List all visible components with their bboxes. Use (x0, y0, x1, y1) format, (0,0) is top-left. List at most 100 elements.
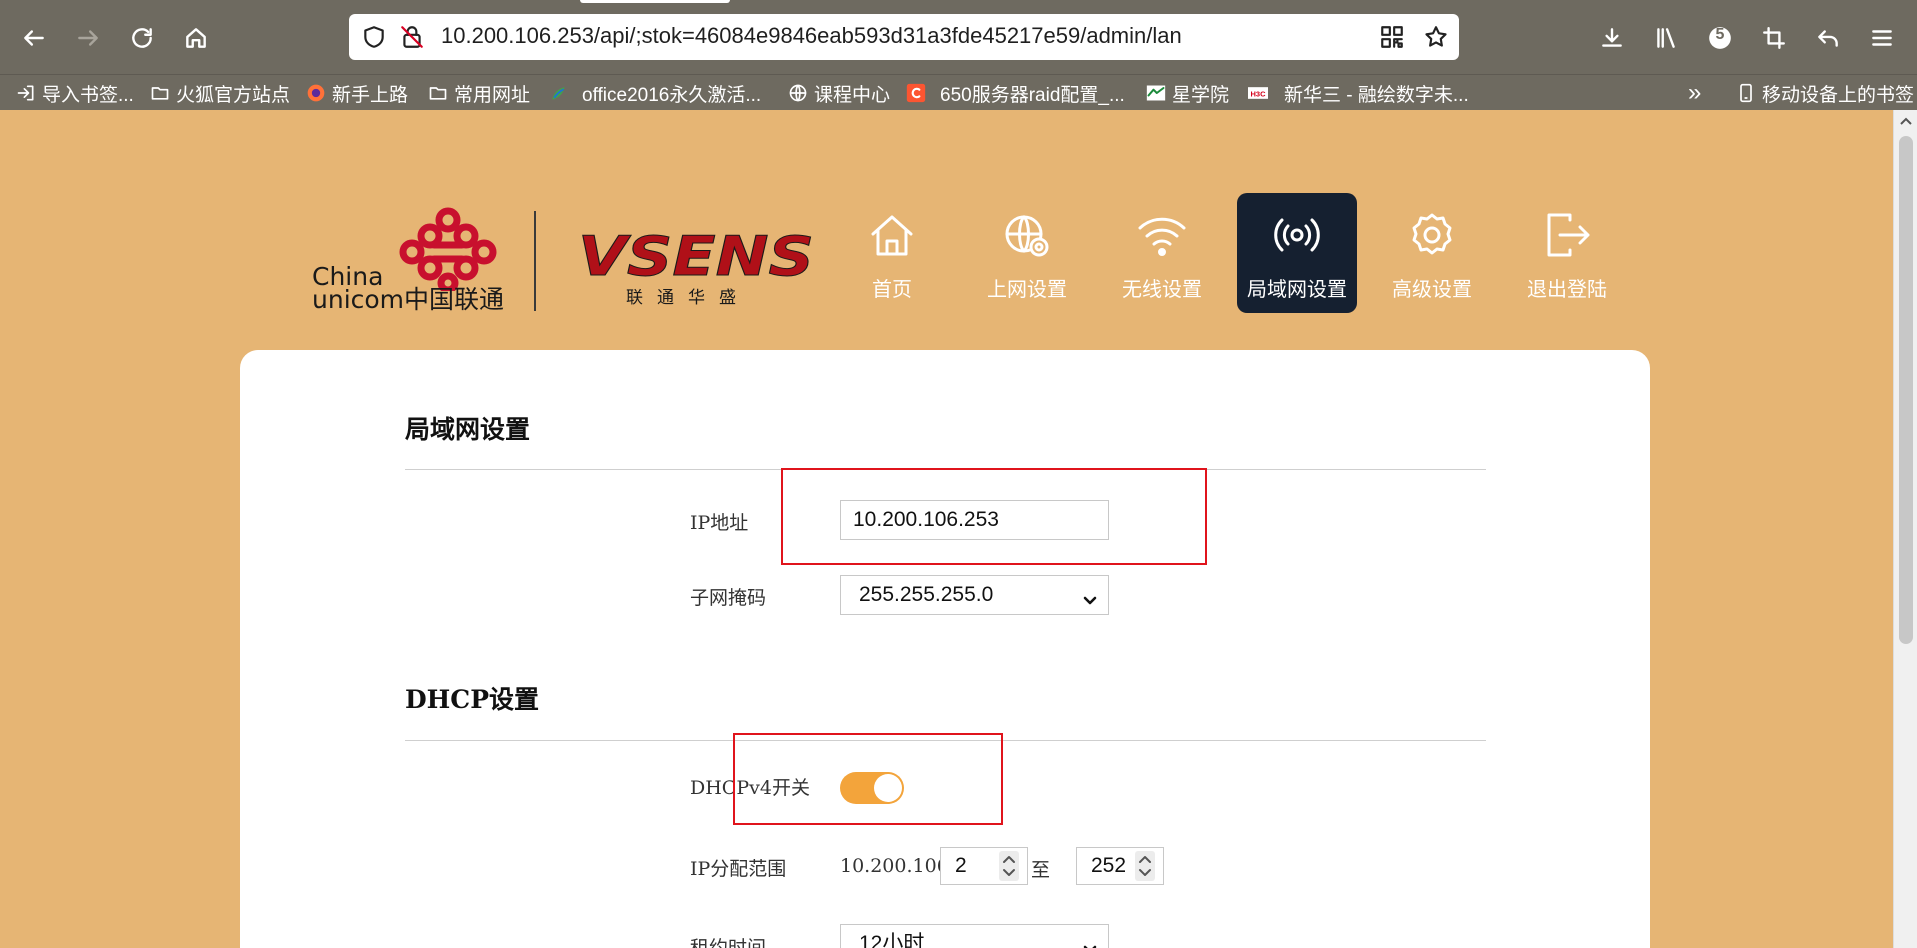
nav-label: 高级设置 (1392, 277, 1472, 301)
folder-icon (428, 83, 448, 103)
c-logo-icon (906, 83, 926, 103)
shield-icon[interactable] (361, 24, 387, 50)
bookmark-star-academy[interactable]: 星学院 (1146, 79, 1229, 107)
bookmark-label: 课程中心 (814, 84, 891, 106)
ip-address-label: IP地址 (690, 512, 749, 534)
nav-label: 局域网设置 (1247, 277, 1347, 301)
nav-label: 上网设置 (987, 277, 1067, 301)
spinner-arrows-icon[interactable] (1135, 851, 1155, 881)
ip-highlight-box (781, 468, 1207, 565)
bookmarks-overflow-button[interactable]: » (1688, 79, 1701, 107)
bookmark-label: 650服务器raid配置_... (940, 84, 1125, 106)
bookmark-label: 星学院 (1172, 84, 1230, 106)
url-text[interactable]: 10.200.106.253/api/;stok=46084e9846eab59… (441, 23, 1182, 49)
bookmark-raid[interactable]: 650服务器raid配置_... (906, 79, 1125, 107)
nav-home[interactable]: 首页 (832, 193, 952, 313)
import-icon (16, 83, 36, 103)
svg-text:VSENS: VSENS (578, 231, 814, 288)
bookmark-label: 常用网址 (454, 84, 531, 106)
address-bar[interactable]: 10.200.106.253/api/;stok=46084e9846eab59… (349, 14, 1459, 60)
bookmark-label: 新华三 - 融绘数字未... (1284, 84, 1469, 106)
settings-card: 局域网设置 IP地址 10.200.106.253 子网掩码 255.255.2… (240, 350, 1650, 948)
browser-toolbar: 10.200.106.253/api/;stok=46084e9846eab59… (0, 0, 1917, 74)
nav-logout[interactable]: 退出登陆 (1507, 193, 1627, 313)
chevron-double-right-icon: » (1688, 79, 1702, 106)
logout-icon (1539, 207, 1595, 263)
range-to-text: 至 (1031, 859, 1051, 881)
chevron-down-icon (1080, 585, 1100, 605)
bookmark-import[interactable]: 导入书签... (16, 79, 134, 107)
broadcast-icon (1269, 207, 1325, 263)
bookmark-course-center[interactable]: 课程中心 (788, 79, 890, 107)
lease-time-label: 租约时间 (690, 937, 767, 948)
logo-divider (534, 211, 536, 311)
globe-icon (788, 83, 808, 103)
star-icon[interactable] (1423, 24, 1449, 50)
firefox-icon (306, 83, 326, 103)
bookmark-label: office2016永久激活... (582, 84, 762, 106)
menu-icon[interactable] (1864, 20, 1900, 56)
mobile-bookmarks[interactable]: 移动设备上的书签 (1736, 79, 1914, 107)
ip-range-end-value: 252 (1091, 854, 1127, 877)
back-icon[interactable] (16, 20, 52, 56)
nav-advanced-settings[interactable]: 高级设置 (1372, 193, 1492, 313)
spinner-arrows-icon[interactable] (999, 851, 1019, 881)
nav-label: 首页 (872, 277, 912, 301)
nav-label: 退出登陆 (1527, 277, 1607, 301)
brand-logo: China unicom中国联通 VSENS 联通华盛 (312, 205, 815, 315)
nav-wireless-settings[interactable]: 无线设置 (1102, 193, 1222, 313)
scroll-up-icon[interactable] (1898, 114, 1914, 128)
bookmark-label: 火狐官方站点 (176, 84, 291, 106)
chevron-down-icon (1080, 934, 1100, 948)
subnet-mask-label: 子网掩码 (690, 587, 767, 609)
home-icon (864, 207, 920, 263)
qr-code-icon[interactable] (1379, 24, 1405, 50)
page-scrollbar[interactable] (1893, 110, 1917, 948)
star-academy-icon (1146, 83, 1166, 103)
download-icon[interactable] (1594, 20, 1630, 56)
lease-time-value: 12小时 (859, 932, 925, 948)
dhcp-section-title: DHCP设置 (405, 685, 539, 714)
browser-chrome: 10.200.106.253/api/;stok=46084e9846eab59… (0, 0, 1917, 110)
logo-brand-subtitle: 联通华盛 (626, 288, 750, 308)
nav-lan-settings[interactable]: 局域网设置 (1237, 193, 1357, 313)
library-icon[interactable] (1648, 20, 1684, 56)
scrollbar-thumb[interactable] (1899, 136, 1913, 644)
active-tab-indicator (580, 0, 730, 3)
subnet-mask-select[interactable]: 255.255.255.0 (840, 575, 1109, 615)
mobile-icon (1736, 83, 1756, 103)
forward-icon[interactable] (70, 20, 106, 56)
leaf-icon (548, 83, 568, 103)
reload-icon[interactable] (124, 20, 160, 56)
ip-range-end-input[interactable]: 252 (1076, 847, 1164, 885)
folder-icon (150, 83, 170, 103)
bookmark-label: 新手上路 (332, 84, 409, 106)
h3c-icon: H3C (1248, 83, 1268, 103)
unicom-knot-logo (399, 207, 497, 291)
bookmark-h3c[interactable]: H3C 新华三 - 融绘数字未... (1248, 79, 1469, 107)
bookmark-getting-started[interactable]: 新手上路 (306, 79, 408, 107)
lock-warning-icon[interactable] (399, 24, 425, 50)
bookmark-folder-firefox[interactable]: 火狐官方站点 (150, 79, 290, 107)
badge-count: 5 (1715, 26, 1725, 43)
subnet-mask-value: 255.255.255.0 (859, 583, 994, 606)
bookmark-label: 移动设备上的书签 (1762, 84, 1915, 106)
bookmark-office[interactable]: office2016永久激活... (548, 79, 761, 107)
ip-range-start-input[interactable]: 2 (940, 847, 1028, 885)
svg-text:H3C: H3C (1250, 89, 1266, 98)
settings-gear-icon (1404, 207, 1460, 263)
lease-time-select[interactable]: 12小时 (840, 924, 1109, 948)
nav-internet-settings[interactable]: 上网设置 (967, 193, 1087, 313)
nav-label: 无线设置 (1122, 277, 1202, 301)
crop-icon[interactable] (1756, 20, 1792, 56)
ip-range-start-value: 2 (955, 854, 967, 877)
home-icon[interactable] (178, 20, 214, 56)
logo-unicom-text: unicom中国联通 (312, 285, 505, 314)
ip-range-prefix: 10.200.106. (840, 855, 955, 877)
extensions-badge-icon[interactable]: 5 (1702, 20, 1738, 56)
undo-icon[interactable] (1810, 20, 1846, 56)
ip-range-label: IP分配范围 (690, 858, 787, 880)
globe-gear-icon (999, 207, 1055, 263)
bookmark-folder-common[interactable]: 常用网址 (428, 79, 530, 107)
bookmarks-toolbar: 导入书签... 火狐官方站点 新手上路 常用网址 office2016永久激活.… (0, 74, 1917, 110)
